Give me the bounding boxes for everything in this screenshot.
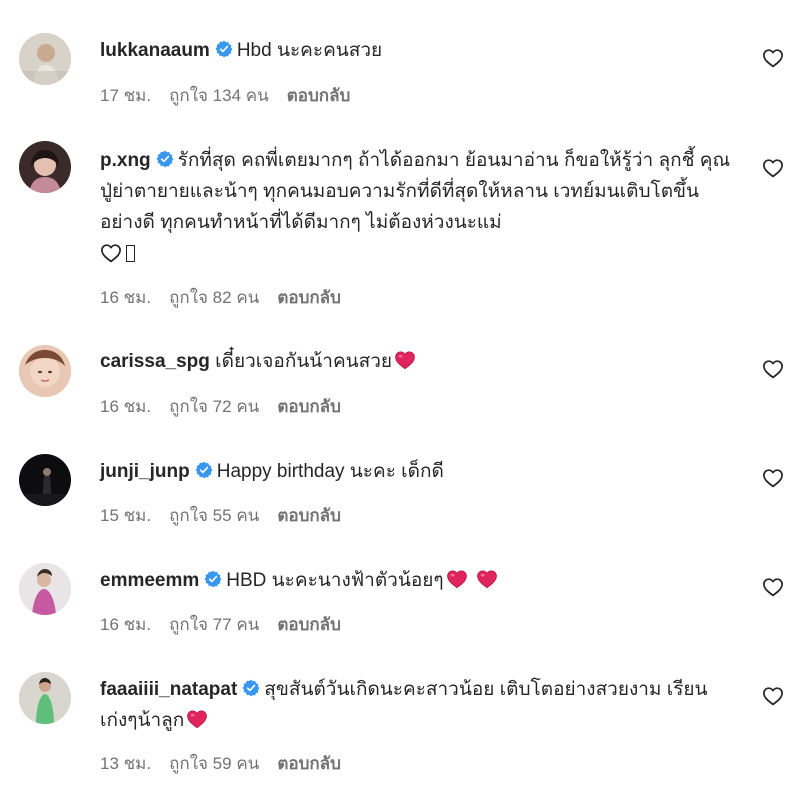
comment-meta: 16 ชม. ถูกใจ 72 คน ตอบกลับ bbox=[100, 393, 341, 420]
comment-text: HBD นะคะนางฟ้าตัวน้อยๆ bbox=[226, 570, 444, 591]
white-heart-emoji bbox=[100, 243, 122, 263]
avatar[interactable] bbox=[19, 33, 71, 85]
verified-badge-icon bbox=[215, 40, 233, 58]
comment-body: emmeemm HBD นะคะนางฟ้าตัวน้อยๆ bbox=[100, 565, 740, 596]
comment-username[interactable]: faaaiiii_natapat bbox=[100, 679, 237, 700]
reply-button[interactable]: ตอบกลับ bbox=[287, 82, 351, 109]
comment-like-count[interactable]: ถูกใจ 59 คน bbox=[169, 750, 259, 777]
red-heart-emoji bbox=[446, 569, 468, 589]
comment-body: lukkanaaum Hbd นะคะคนสวย bbox=[100, 35, 740, 66]
verified-badge-icon bbox=[242, 679, 260, 697]
verified-badge-icon bbox=[195, 461, 213, 479]
comment-text: รักที่สุด คถพี่เตยมากๆ ถ้าได้ออกมา ย้อนม… bbox=[100, 150, 731, 233]
comment-text: เดี๋ยวเจอกันน้าคนสวย bbox=[215, 351, 393, 372]
comment-meta: 17 ชม. ถูกใจ 134 คน ตอบกลับ bbox=[100, 82, 350, 109]
comment-meta: 13 ชม. ถูกใจ 59 คน ตอบกลับ bbox=[100, 750, 341, 777]
reply-button[interactable]: ตอบกลับ bbox=[277, 393, 341, 420]
avatar[interactable] bbox=[19, 345, 71, 397]
comment-timestamp[interactable]: 16 ชม. bbox=[100, 284, 151, 311]
comment-username[interactable]: carissa_spg bbox=[100, 351, 210, 372]
avatar[interactable] bbox=[19, 672, 71, 724]
red-heart-emoji bbox=[476, 569, 498, 589]
missing-glyph-icon bbox=[126, 245, 135, 262]
comment-timestamp[interactable]: 16 ชม. bbox=[100, 611, 151, 638]
comment-timestamp[interactable]: 17 ชม. bbox=[100, 82, 151, 109]
comment-meta: 15 ชม. ถูกใจ 55 คน ตอบกลับ bbox=[100, 502, 341, 529]
avatar[interactable] bbox=[19, 454, 71, 506]
like-heart-icon[interactable] bbox=[762, 158, 784, 178]
reply-button[interactable]: ตอบกลับ bbox=[277, 750, 341, 777]
avatar[interactable] bbox=[19, 563, 71, 615]
comment-body: carissa_spg เดี๋ยวเจอกันน้าคนสวย bbox=[100, 346, 740, 377]
like-heart-icon[interactable] bbox=[762, 359, 784, 379]
comment-text: Hbd นะคะคนสวย bbox=[236, 40, 383, 61]
comment-like-count[interactable]: ถูกใจ 55 คน bbox=[169, 502, 259, 529]
comment-body: p.xng รักที่สุด คถพี่เตยมากๆ ถ้าได้ออกมา … bbox=[100, 145, 740, 269]
like-heart-icon[interactable] bbox=[762, 577, 784, 597]
comment-meta: 16 ชม. ถูกใจ 77 คน ตอบกลับ bbox=[100, 611, 341, 638]
reply-button[interactable]: ตอบกลับ bbox=[277, 284, 341, 311]
comment-timestamp[interactable]: 15 ชม. bbox=[100, 502, 151, 529]
red-heart-emoji bbox=[394, 350, 416, 370]
comment-timestamp[interactable]: 13 ชม. bbox=[100, 750, 151, 777]
comment-body: junji_junp Happy birthday นะคะ เด็กดี bbox=[100, 456, 740, 487]
verified-badge-icon bbox=[204, 570, 222, 588]
like-heart-icon[interactable] bbox=[762, 468, 784, 488]
comment-body: faaaiiii_natapat สุขสันต์วันเกิดนะคะสาวน้… bbox=[100, 674, 740, 736]
like-heart-icon[interactable] bbox=[762, 686, 784, 706]
avatar[interactable] bbox=[19, 141, 71, 193]
comment-like-count[interactable]: ถูกใจ 134 คน bbox=[169, 82, 269, 109]
verified-badge-icon bbox=[156, 150, 174, 168]
comment-username[interactable]: lukkanaaum bbox=[100, 40, 210, 61]
red-heart-emoji bbox=[186, 709, 208, 729]
comment-username[interactable]: emmeemm bbox=[100, 570, 199, 591]
comment-like-count[interactable]: ถูกใจ 77 คน bbox=[169, 611, 259, 638]
comment-text: Happy birthday นะคะ เด็กดี bbox=[216, 461, 444, 482]
comment-username[interactable]: p.xng bbox=[100, 150, 151, 171]
reply-button[interactable]: ตอบกลับ bbox=[277, 611, 341, 638]
comment-timestamp[interactable]: 16 ชม. bbox=[100, 393, 151, 420]
like-heart-icon[interactable] bbox=[762, 48, 784, 68]
comment-like-count[interactable]: ถูกใจ 72 คน bbox=[169, 393, 259, 420]
comment-meta: 16 ชม. ถูกใจ 82 คน ตอบกลับ bbox=[100, 284, 341, 311]
comment-like-count[interactable]: ถูกใจ 82 คน bbox=[169, 284, 259, 311]
comment-username[interactable]: junji_junp bbox=[100, 461, 190, 482]
reply-button[interactable]: ตอบกลับ bbox=[277, 502, 341, 529]
